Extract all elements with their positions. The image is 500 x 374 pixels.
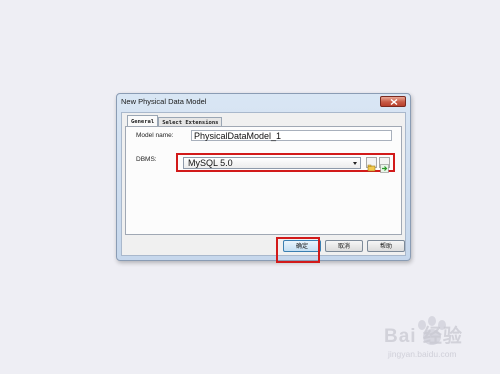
dbms-label: DBMS: [136, 156, 157, 163]
properties-icon [367, 164, 376, 172]
close-button[interactable] [380, 96, 406, 107]
dialog-title: New Physical Data Model [121, 97, 207, 106]
watermark: Bai 经验 jingyan.baidu.com [372, 315, 482, 365]
dialog-body: General Select Extensions Model name: Ph… [121, 112, 406, 256]
model-name-input[interactable]: PhysicalDataModel_1 [191, 130, 392, 141]
watermark-brand: Bai 经验 [384, 326, 463, 347]
dbms-selected-value: MySQL 5.0 [188, 158, 233, 168]
close-icon [390, 99, 398, 105]
dialog-titlebar[interactable]: New Physical Data Model [117, 94, 410, 111]
embed-button[interactable] [379, 157, 390, 173]
watermark-url: jingyan.baidu.com [388, 349, 457, 359]
dbms-highlight: MySQL 5.0 [176, 153, 395, 173]
new-model-dialog: New Physical Data Model General Select E… [116, 93, 411, 261]
properties-button[interactable] [366, 157, 377, 172]
model-name-label: Model name: [136, 132, 174, 139]
general-panel: Model name: PhysicalDataModel_1 DBMS: My… [125, 126, 402, 235]
dbms-select[interactable]: MySQL 5.0 [183, 157, 361, 169]
help-button[interactable]: 帮助 [367, 240, 405, 252]
ok-button-highlight [276, 237, 320, 263]
green-arrow-icon [380, 164, 389, 173]
dropdown-arrow-icon [353, 162, 357, 165]
screenshot-page: New Physical Data Model General Select E… [0, 0, 500, 374]
cancel-button[interactable]: 取消 [325, 240, 363, 252]
